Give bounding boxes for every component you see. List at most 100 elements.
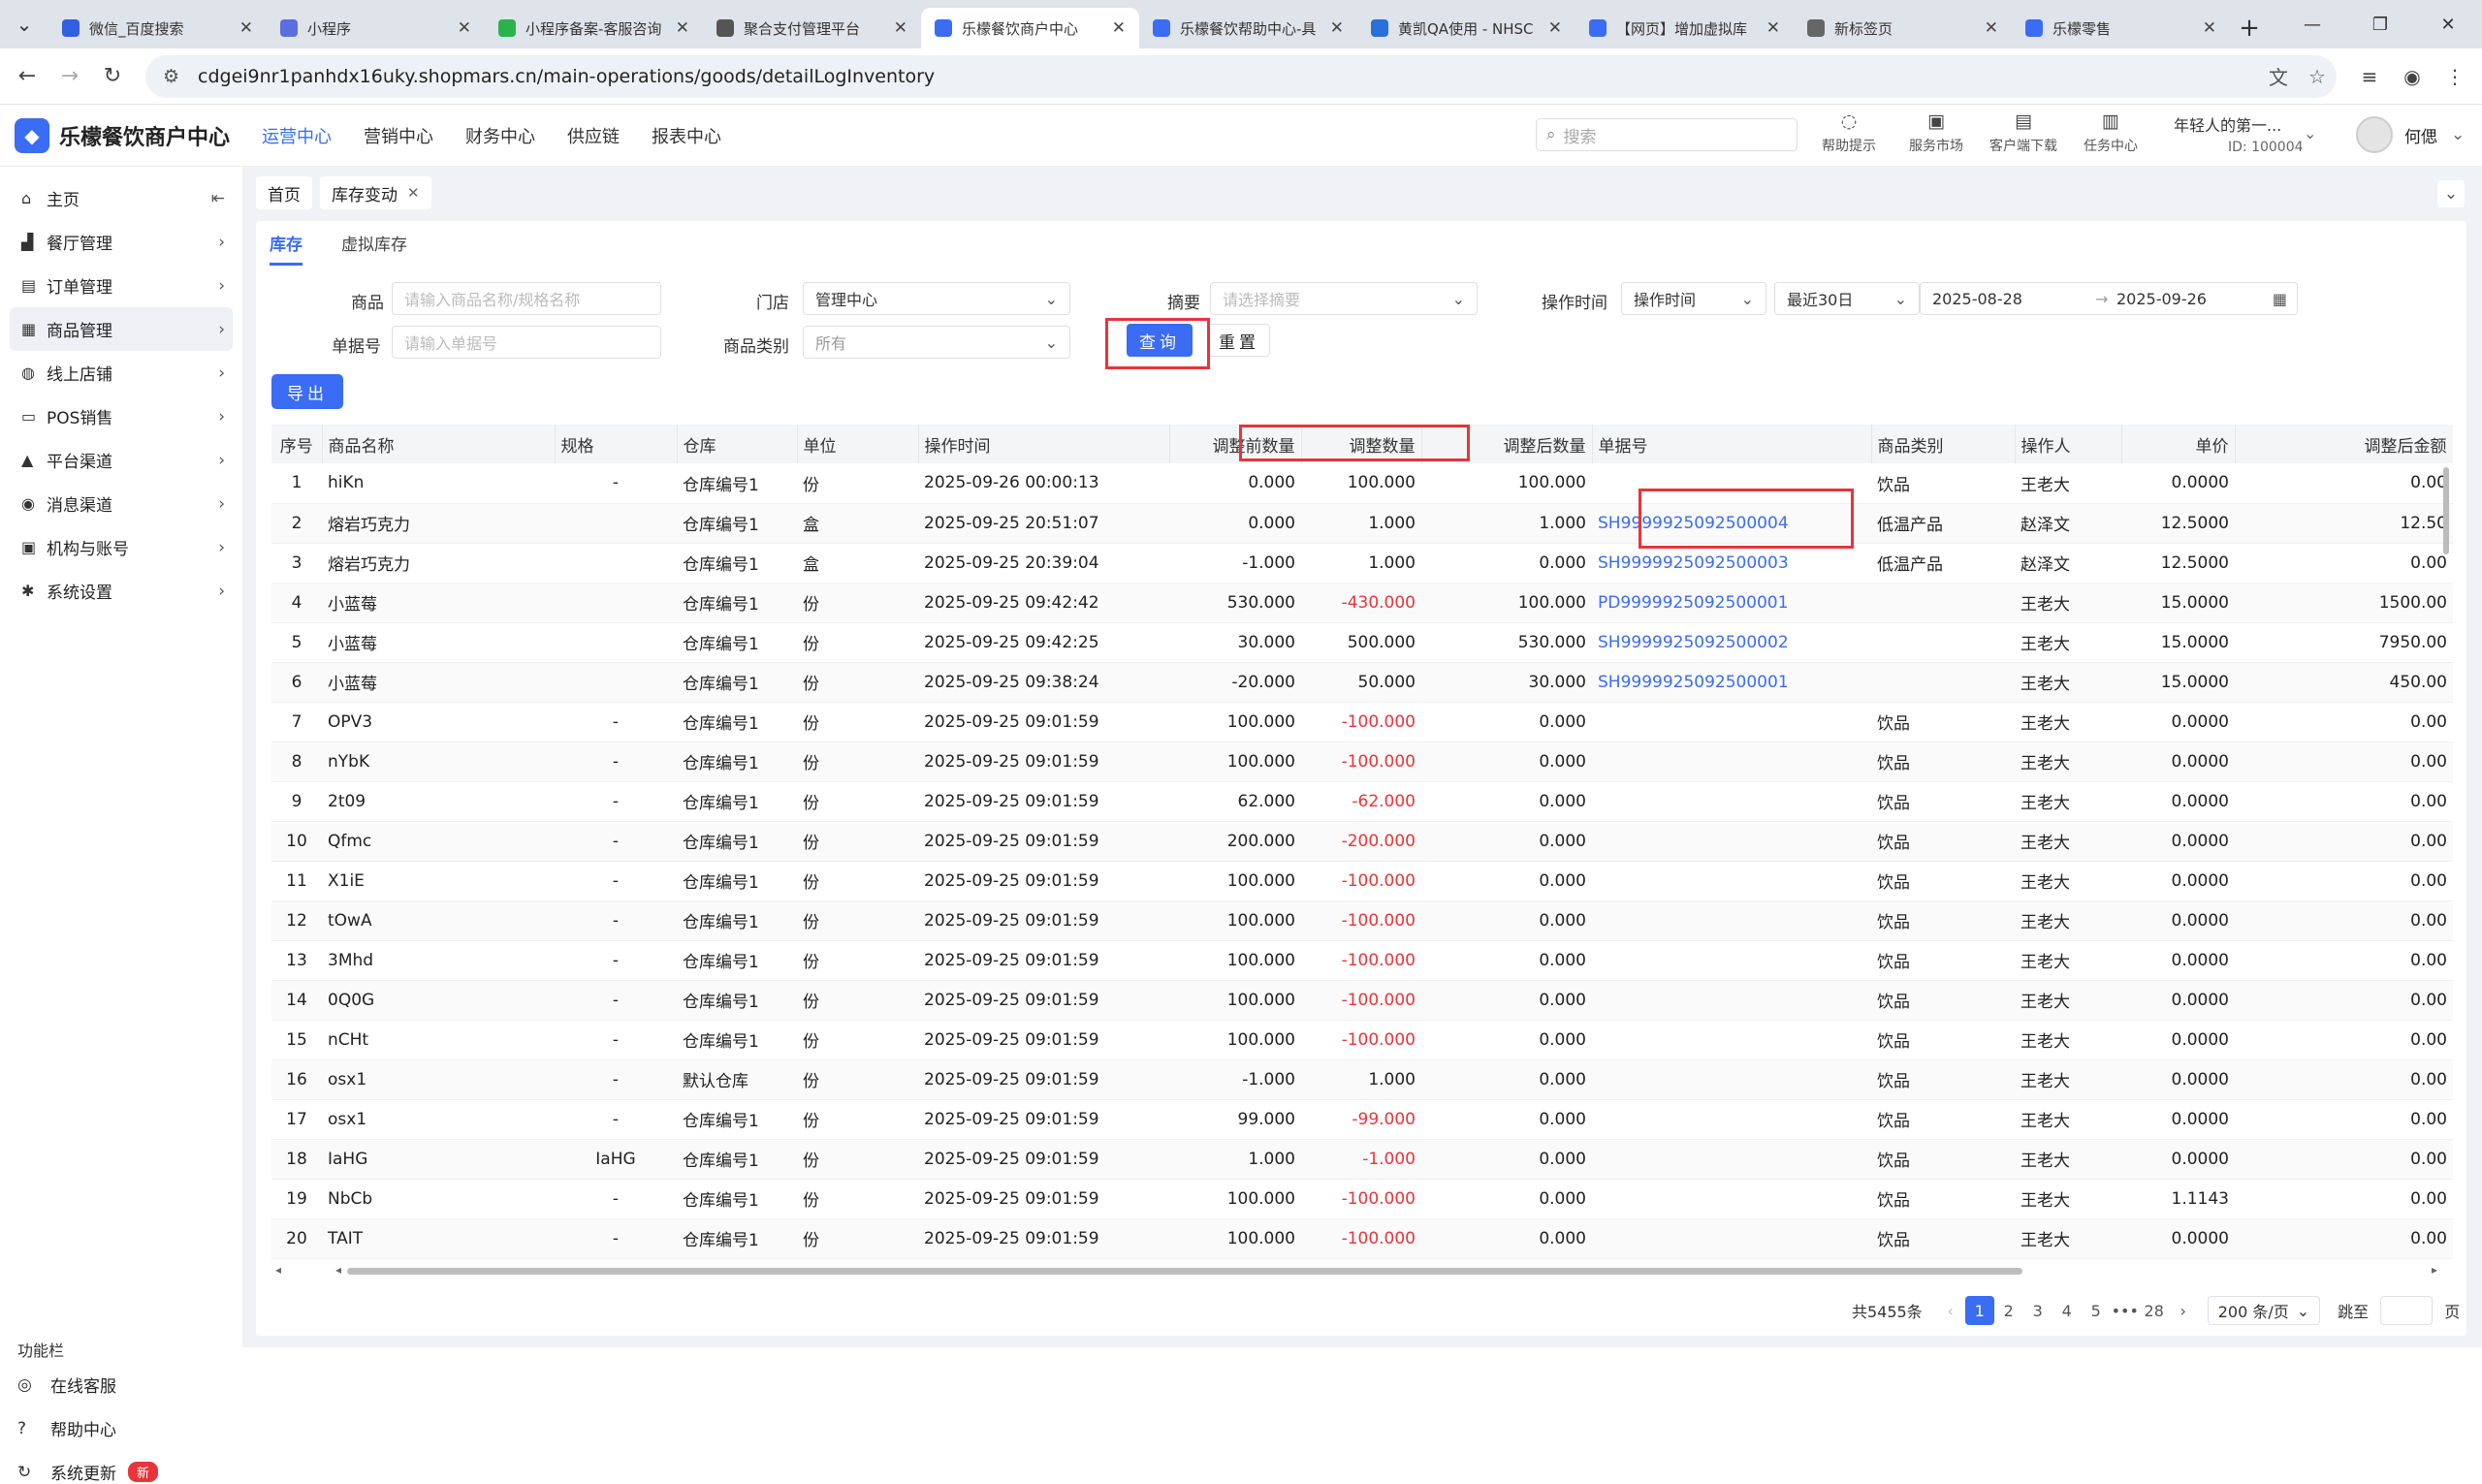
tab-search-icon[interactable]: ⌄ <box>0 0 48 48</box>
sidebar-item[interactable]: ◍ 线上店铺 › <box>0 351 242 395</box>
sidebar-item[interactable]: ▲ 平台渠道 › <box>0 438 242 482</box>
collapse-sidebar-icon[interactable]: ⇤ <box>211 189 225 208</box>
doc-number-link[interactable]: SH9999925092500003 <box>1592 543 1871 584</box>
page-number[interactable]: 1 <box>1964 1296 1994 1325</box>
category-select[interactable]: 所有 ⌄ <box>803 326 1070 359</box>
table-row[interactable]: 2 熔岩巧克力 仓库编号1 盒 2025-09-25 20:51:07 0.000 1.00… <box>271 503 2453 544</box>
close-tab-icon[interactable]: ✕ <box>1766 18 1780 38</box>
brand-logo[interactable]: ◆ 乐檬餐饮商户中心 <box>15 117 262 153</box>
column-header[interactable]: 商品名称 <box>322 425 556 463</box>
doc-number-link[interactable]: SH9999925092500004 <box>1592 503 1871 544</box>
close-tab-icon[interactable]: ✕ <box>239 18 253 38</box>
browser-tab[interactable]: 黄凯QA使用 - NHSC ✕ <box>1357 8 1575 48</box>
help-tips-button[interactable]: ◌ 帮助提示 <box>1805 111 1893 155</box>
table-row[interactable]: 1 hiKn - 仓库编号1 份 2025-09-26 00:00:13 0.000 100.… <box>271 463 2453 504</box>
table-row[interactable]: 15 nCHt - 仓库编号1 份 2025-09-25 09:01:59 100.000-… <box>271 1020 2453 1060</box>
goods-input[interactable]: 请输入商品名称/规格名称 <box>392 282 661 315</box>
doc-number-link[interactable]: PD9999925092500001 <box>1592 583 1871 623</box>
column-header[interactable]: 仓库 <box>677 425 798 463</box>
horizontal-scrollbar[interactable] <box>347 1268 2022 1275</box>
close-tab-icon[interactable]: ✕ <box>458 18 471 38</box>
column-header[interactable]: 调整后金额 <box>2235 425 2453 463</box>
crumb-home[interactable]: 首页 <box>256 176 312 209</box>
reload-icon[interactable]: ↻ <box>91 55 134 98</box>
prev-page-icon[interactable]: ‹ <box>1936 1296 1965 1325</box>
table-row[interactable]: 7 OPV3- 仓库编号1 份 2025-09-25 09:01:59 100.000 -1… <box>271 702 2453 742</box>
table-row[interactable]: 16 osx1- 默认仓库份 2025-09-25 09:01:59 -1.000 1.0… <box>271 1059 2453 1100</box>
scroll-left-icon[interactable]: ◂ <box>335 1263 341 1277</box>
site-info-icon[interactable]: ⚙ <box>163 66 182 87</box>
vertical-scrollbar[interactable] <box>2443 467 2449 554</box>
forward-icon[interactable]: → <box>48 55 91 98</box>
optime-type-select[interactable]: 操作时间 ⌄ <box>1621 282 1766 315</box>
doc-number-link[interactable]: SH9999925092500001 <box>1592 662 1871 703</box>
maximize-icon[interactable]: ❐ <box>2346 0 2414 48</box>
tab-inventory[interactable]: 库存 <box>270 231 302 266</box>
help-center-item[interactable]: ? 帮助中心 <box>17 1416 116 1441</box>
close-window-icon[interactable]: ✕ <box>2414 0 2482 48</box>
range-select[interactable]: 最近30日 ⌄ <box>1774 282 1920 315</box>
table-row[interactable]: 19 NbCb - 仓库编号1 份 2025-09-25 09:01:59 100.000-… <box>271 1179 2453 1219</box>
sidebar-item[interactable]: ▤ 订单管理 › <box>0 264 242 307</box>
service-market-button[interactable]: ▣ 服务市场 <box>1893 111 1980 155</box>
column-header[interactable]: 调整前数量 <box>1169 425 1302 463</box>
table-row[interactable]: 3 熔岩巧克力 仓库编号1 盒 2025-09-25 20:39:04 -1.000 1.0… <box>271 543 2453 584</box>
close-tab-icon[interactable]: ✕ <box>1548 18 1562 38</box>
date-range-picker[interactable]: 2025-08-28 → 2025-09-26 ▦ <box>1920 282 2298 315</box>
close-tab-icon[interactable]: ✕ <box>1330 18 1344 38</box>
column-header[interactable]: 操作时间 <box>918 425 1170 463</box>
table-row[interactable]: 11 X1iE - 仓库编号1 份 2025-09-25 09:01:59 100.000-… <box>271 861 2453 901</box>
browser-tab[interactable]: 聚合支付管理平台 ✕ <box>703 8 921 48</box>
task-center-button[interactable]: ▥ 任务中心 <box>2067 111 2154 155</box>
column-header[interactable]: 序号 <box>271 425 323 463</box>
summary-select[interactable]: 请选择摘要 ⌄ <box>1210 282 1478 315</box>
close-tab-icon[interactable]: ✕ <box>1985 18 1998 38</box>
minimize-icon[interactable]: — <box>2278 0 2346 48</box>
column-header[interactable]: 操作人 <box>2015 425 2122 463</box>
store-select[interactable]: 管理中心 ⌄ <box>803 282 1070 315</box>
sidebar-item[interactable]: ▦ 商品管理 › <box>10 307 233 351</box>
table-row[interactable]: 6 小蓝莓 仓库编号1 份 2025-09-25 09:38:24 -20.000 50.0… <box>271 662 2453 703</box>
topnav-reports[interactable]: 报表中心 <box>652 123 721 148</box>
page-number[interactable]: 5 <box>2082 1296 2111 1325</box>
system-update-item[interactable]: ↻ 系统更新新 <box>17 1460 159 1484</box>
table-row[interactable]: 13 3Mhd - 仓库编号1 份 2025-09-25 09:01:59 100.000-… <box>271 940 2453 981</box>
media-icon[interactable]: ≡ <box>2348 65 2391 88</box>
sidebar-item[interactable]: ✱ 系统设置 › <box>0 569 242 613</box>
table-row[interactable]: 20 TAIT - 仓库编号1 份 2025-09-25 09:01:59 100.000-… <box>271 1218 2453 1259</box>
table-row[interactable]: 4 小蓝莓 仓库编号1 份 2025-09-25 09:42:42 530.000 -430… <box>271 583 2453 623</box>
browser-tab[interactable]: 小程序备案-客服咨询 ✕ <box>485 8 703 48</box>
table-row[interactable]: 8 nYbK - 仓库编号1 份 2025-09-25 09:01:59 100.000 -1… <box>271 742 2453 782</box>
browser-tab[interactable]: 微信_百度搜索 ✕ <box>48 8 267 48</box>
online-service-item[interactable]: ◎ 在线客服 <box>17 1373 116 1398</box>
column-header[interactable]: 单价 <box>2121 425 2236 463</box>
column-header[interactable]: 单位 <box>797 425 919 463</box>
user-menu[interactable]: 何偲 ⌄ <box>2356 116 2465 153</box>
page-number[interactable]: 4 <box>2052 1296 2082 1325</box>
table-row[interactable]: 9 2t09- 仓库编号1 份 2025-09-25 09:01:59 62.000 -62… <box>271 781 2453 822</box>
topnav-operations[interactable]: 运营中心 <box>262 123 332 148</box>
global-search-input[interactable]: ⌕ 搜索 <box>1536 118 1798 151</box>
browser-tab[interactable]: 乐檬餐饮帮助中心-具 ✕ <box>1139 8 1357 48</box>
client-download-button[interactable]: ▤ 客户端下载 <box>1980 111 2067 155</box>
topnav-supply[interactable]: 供应链 <box>567 123 620 148</box>
table-row[interactable]: 5 小蓝莓 仓库编号1 份 2025-09-25 09:42:25 30.000 500.0… <box>271 622 2453 663</box>
crumb-current[interactable]: 库存变动 ✕ <box>320 176 431 209</box>
scroll-right-icon[interactable]: ▸ <box>2432 1263 2437 1277</box>
date-to[interactable]: 2025-09-26 <box>2116 290 2207 308</box>
export-button[interactable]: 导出 <box>271 374 343 409</box>
profile-icon[interactable]: ◉ <box>2391 65 2434 88</box>
sidebar-item[interactable]: ▣ 机构与账号 › <box>0 525 242 569</box>
reset-button[interactable]: 重置 <box>1208 324 1270 357</box>
close-tab-icon[interactable]: ✕ <box>1112 18 1126 38</box>
browser-tab[interactable]: 新标签页 ✕ <box>1794 8 2012 48</box>
sidebar-item[interactable]: ▭ POS销售 › <box>0 395 242 438</box>
table-row[interactable]: 14 0Q0G - 仓库编号1 份 2025-09-25 09:01:59 100.000-… <box>271 980 2453 1021</box>
page-number[interactable]: 2 <box>1994 1296 2023 1325</box>
browser-tab[interactable]: 乐檬餐饮商户中心 ✕ <box>921 8 1139 48</box>
table-row[interactable]: 12 tOwA - 仓库编号1 份 2025-09-25 09:01:59 100.000-… <box>271 900 2453 941</box>
tab-virtual-inventory[interactable]: 虚拟库存 <box>341 231 407 266</box>
sidebar-item[interactable]: ▟ 餐厅管理 › <box>0 220 242 264</box>
close-tab-icon[interactable]: ✕ <box>676 18 689 38</box>
column-header[interactable]: 调整数量 <box>1301 425 1422 463</box>
